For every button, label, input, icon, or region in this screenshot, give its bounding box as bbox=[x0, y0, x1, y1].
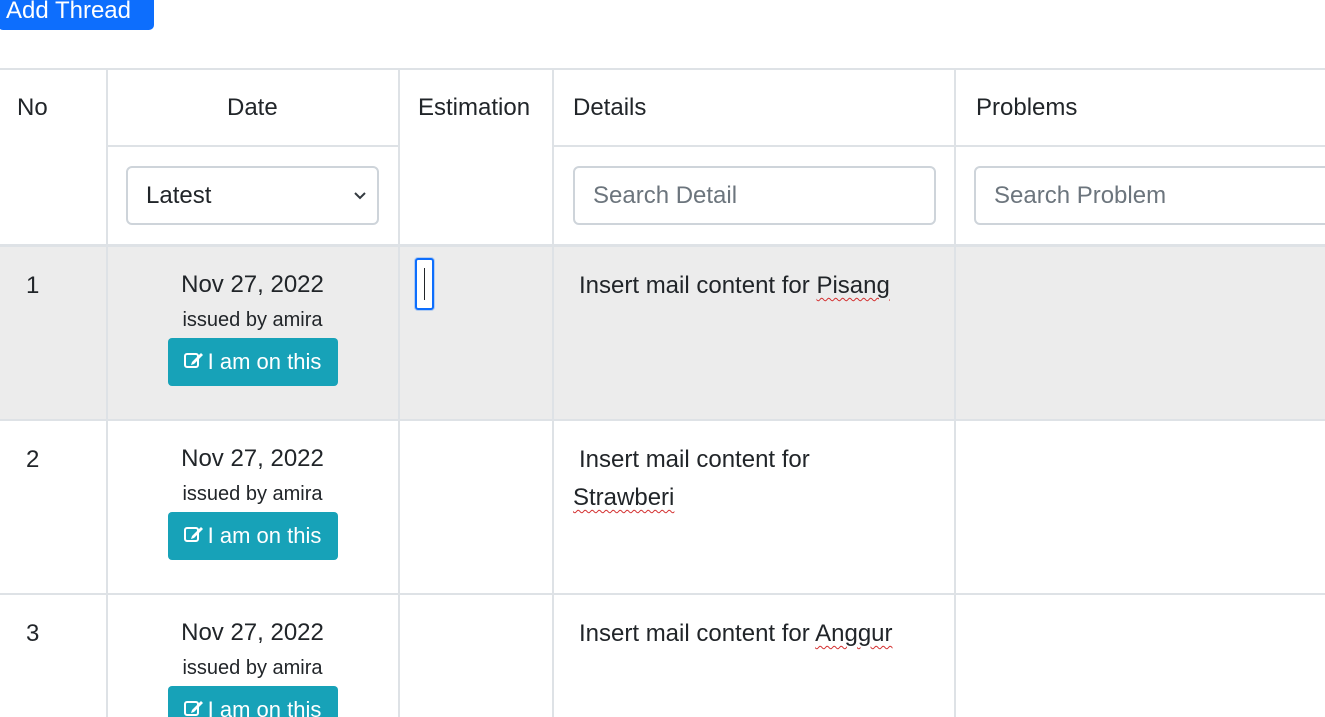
add-thread-button[interactable]: Add Thread bbox=[0, 0, 154, 30]
row-number: 3 bbox=[26, 620, 40, 647]
detail-prefix: Insert mail content for bbox=[579, 272, 810, 299]
date-cell: Nov 27, 2022 issued by amira I am on thi… bbox=[107, 270, 398, 386]
detail-text: Insert mail content for Pisang bbox=[579, 272, 890, 300]
row-date: Nov 27, 2022 bbox=[181, 445, 324, 472]
header-divider-details-problems bbox=[553, 145, 1325, 147]
col-divider-estimation-details bbox=[552, 68, 554, 717]
issued-by: issued by amira bbox=[182, 309, 323, 331]
date-sort-value: Latest bbox=[146, 182, 212, 209]
header-details: Details bbox=[573, 94, 647, 121]
row-divider-1 bbox=[0, 419, 1325, 421]
i-am-on-this-label: I am on this bbox=[207, 697, 322, 717]
search-detail-input[interactable] bbox=[573, 166, 936, 225]
table-top-border bbox=[0, 68, 1325, 70]
edit-icon bbox=[183, 338, 204, 386]
header-bottom-border bbox=[0, 244, 1325, 247]
date-cell: Nov 27, 2022 issued by amira I am on thi… bbox=[107, 444, 398, 560]
estimation-input[interactable] bbox=[415, 258, 434, 310]
i-am-on-this-button[interactable]: I am on this bbox=[167, 338, 338, 386]
edit-icon bbox=[183, 686, 204, 717]
row-date: Nov 27, 2022 bbox=[181, 271, 324, 298]
detail-prefix: Insert mail content for bbox=[579, 620, 810, 647]
detail-name: Strawberi bbox=[573, 484, 675, 511]
i-am-on-this-label: I am on this bbox=[207, 349, 322, 374]
issued-by: issued by amira bbox=[182, 483, 323, 505]
header-no: No bbox=[17, 94, 48, 121]
detail-name: Anggur bbox=[815, 620, 893, 647]
row-number: 2 bbox=[26, 446, 40, 473]
chevron-down-icon bbox=[353, 168, 367, 246]
date-sort-select[interactable]: Latest bbox=[126, 166, 379, 225]
detail-text: Insert mail content for Anggur bbox=[579, 620, 893, 648]
header-problems: Problems bbox=[976, 94, 1078, 121]
i-am-on-this-button[interactable]: I am on this bbox=[167, 512, 338, 560]
row-number: 1 bbox=[26, 272, 40, 299]
page: Add Thread No Date Estimation Details Pr… bbox=[0, 0, 1325, 717]
search-problem-input[interactable] bbox=[974, 166, 1325, 225]
text-caret bbox=[424, 268, 425, 300]
header-divider-date bbox=[107, 145, 398, 147]
i-am-on-this-label: I am on this bbox=[207, 523, 322, 548]
col-divider-details-problems bbox=[954, 68, 956, 717]
header-date: Date bbox=[227, 94, 278, 121]
col-divider-date-estimation bbox=[398, 68, 400, 717]
edit-icon bbox=[183, 512, 204, 560]
detail-name: Pisang bbox=[816, 272, 890, 299]
detail-prefix: Insert mail content for bbox=[579, 446, 810, 473]
date-cell: Nov 27, 2022 issued by amira I am on thi… bbox=[107, 618, 398, 717]
issued-by: issued by amira bbox=[182, 657, 323, 679]
header-estimation: Estimation bbox=[418, 94, 531, 121]
i-am-on-this-button[interactable]: I am on this bbox=[167, 686, 338, 717]
row-date: Nov 27, 2022 bbox=[181, 619, 324, 646]
row-divider-2 bbox=[0, 593, 1325, 595]
